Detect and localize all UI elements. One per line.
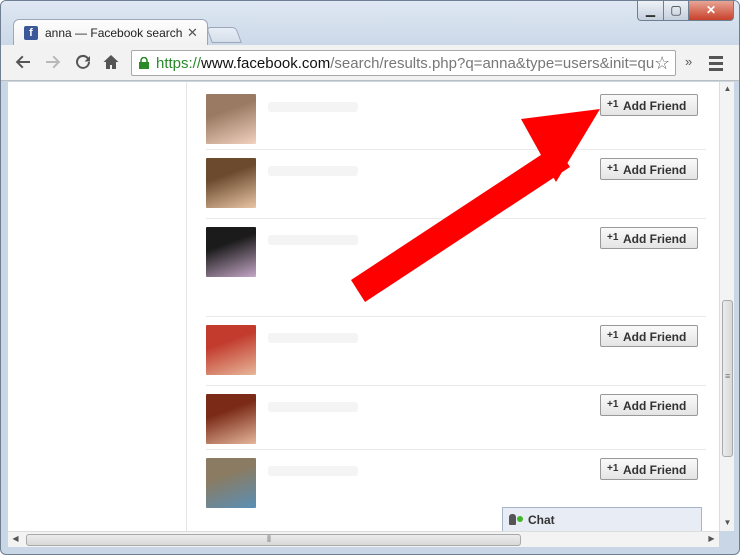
maximize-button[interactable]: ▢ [663,1,689,21]
title-bar: f anna — Facebook search ✕ ▁ ▢ ✕ [1,1,739,46]
search-results-page: +1 Add Friend +1 Add Friend +1 Add Friend +1 Ad… [8,82,719,531]
scroll-down-arrow-icon[interactable]: ▼ [720,518,735,527]
scroll-right-arrow-icon[interactable]: ▶ [704,534,719,543]
forward-arrow-icon[interactable] [43,53,63,73]
facebook-favicon-icon: f [24,26,38,40]
browser-window: f anna — Facebook search ✕ ▁ ▢ ✕ https:/… [0,0,740,555]
new-tab-button[interactable] [206,27,242,43]
lock-icon [139,57,149,69]
url-text: https://www.facebook.com/search/results.… [156,55,655,72]
extensions-overflow-button[interactable]: » [685,54,692,69]
reload-icon[interactable] [73,53,93,73]
tab-facebook-search[interactable]: f anna — Facebook search ✕ [13,19,208,46]
home-icon[interactable] [101,53,121,73]
browser-toolbar: https://www.facebook.com/search/results.… [1,45,739,81]
minimize-button[interactable]: ▁ [637,1,664,21]
vertical-scrollbar[interactable]: ▲ ≡ ▼ [719,82,734,531]
tab-close-icon[interactable]: ✕ [187,25,198,41]
annotation-arrow [351,109,600,302]
bookmark-star-icon[interactable]: ☆ [654,53,670,74]
grip-icon: ≡ [725,371,731,381]
tab-title: anna — Facebook search [45,26,183,40]
back-arrow-icon[interactable] [13,53,33,73]
horizontal-scrollbar[interactable]: ◀ ⦀ ▶ [8,531,719,547]
address-bar[interactable]: https://www.facebook.com/search/results.… [131,50,676,76]
close-window-button[interactable]: ✕ [688,1,734,21]
scroll-left-arrow-icon[interactable]: ◀ [8,534,23,543]
vertical-scroll-thumb[interactable]: ≡ [722,300,733,457]
menu-icon[interactable] [709,53,725,73]
grip-icon: ⦀ [267,534,271,544]
scroll-up-arrow-icon[interactable]: ▲ [720,84,735,93]
horizontal-scroll-thumb[interactable]: ⦀ [26,534,521,546]
